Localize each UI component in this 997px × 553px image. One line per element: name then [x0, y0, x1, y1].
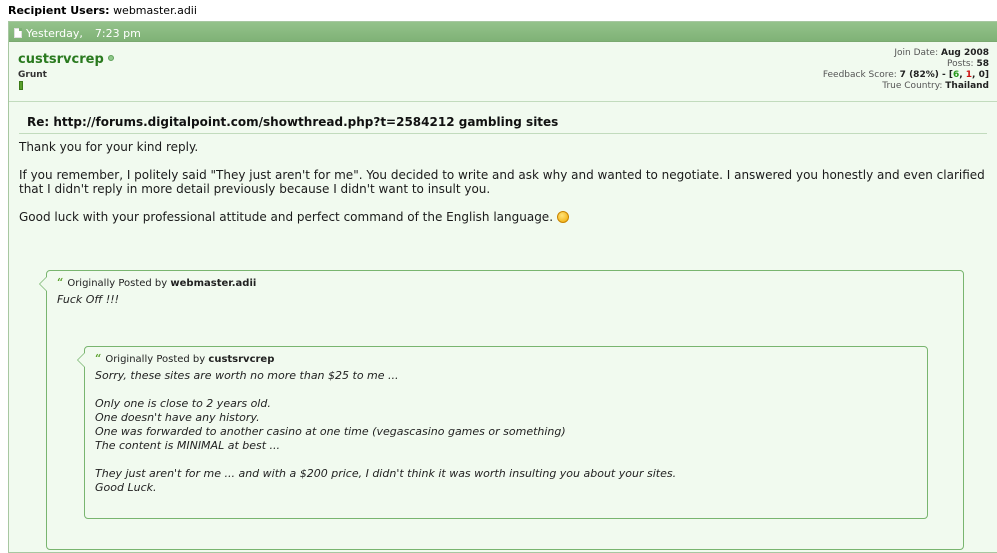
- message-paragraph-2: If you remember, I politely said "They j…: [19, 168, 985, 196]
- message-paragraph-3: Good luck with your professional attitud…: [19, 210, 987, 224]
- posts-label: Posts:: [947, 59, 974, 69]
- username-link[interactable]: custsrvcrep: [18, 52, 114, 67]
- feedback-end: ]: [984, 70, 989, 80]
- quote-inner: “Originally Posted by custsrvcrep Sorry,…: [77, 346, 928, 519]
- country-label: True Country:: [882, 81, 943, 91]
- quote-inner-header: “Originally Posted by custsrvcrep: [85, 347, 927, 365]
- recipient-value: webmaster.adii: [113, 4, 197, 17]
- user-title: Grunt: [18, 70, 47, 80]
- user-stats: Join Date: Aug 2008 Posts: 58 Feedback S…: [823, 48, 989, 92]
- post-date: Yesterday,: [26, 26, 83, 40]
- quote-inner-text: Sorry, these sites are worth no more tha…: [85, 365, 927, 495]
- quote-outer-prefix: Originally Posted by: [67, 278, 168, 289]
- smiley-icon: [556, 211, 569, 223]
- join-date-value: Aug 2008: [941, 48, 989, 58]
- reputation-icon: [19, 81, 23, 90]
- quote-inner-line: Sorry, these sites are worth no more tha…: [95, 369, 399, 382]
- message-title: Re: http://forums.digitalpoint.com/showt…: [19, 115, 987, 134]
- quote-icon: “: [57, 276, 64, 289]
- quote-inner-line: One doesn't have any history.: [95, 411, 260, 424]
- quote-inner-line: The content is MINIMAL at best ...: [95, 439, 281, 452]
- quote-icon: “: [95, 352, 102, 365]
- quote-outer-text: Fuck Off !!!: [57, 293, 120, 306]
- recipient-users-line: Recipient Users: webmaster.adii: [8, 4, 197, 17]
- join-date-row: Join Date: Aug 2008: [823, 48, 989, 59]
- message-paragraph-1: Thank you for your kind reply.: [19, 140, 199, 154]
- quote-arrow-icon: [39, 276, 47, 292]
- quote-arrow-icon: [77, 352, 85, 368]
- posts-row: Posts: 58: [823, 59, 989, 70]
- message-body: Thank you for your kind reply. If you re…: [9, 134, 997, 224]
- online-status-icon: [107, 55, 114, 61]
- quote-outer-header: “Originally Posted by webmaster.adii: [47, 271, 963, 289]
- posts-value: 58: [976, 59, 989, 69]
- user-info-panel: custsrvcrep Grunt Join Date: Aug 2008 Po…: [9, 42, 997, 102]
- country-row: True Country: Thailand: [823, 81, 989, 92]
- quote-inner-line: One was forwarded to another casino at o…: [95, 425, 566, 438]
- recipient-label: Recipient Users:: [8, 4, 110, 17]
- join-date-label: Join Date:: [894, 48, 939, 58]
- post-date-bar: Yesterday, 7:23 pm: [9, 22, 997, 42]
- quote-inner-author[interactable]: custsrvcrep: [208, 354, 274, 365]
- quote-outer-author[interactable]: webmaster.adii: [170, 278, 256, 289]
- quote-inner-prefix: Originally Posted by: [105, 354, 206, 365]
- username-text[interactable]: custsrvcrep: [18, 52, 104, 67]
- quote-inner-line: Good Luck.: [95, 481, 157, 494]
- private-message-post: Yesterday, 7:23 pm custsrvcrep Grunt Joi…: [8, 21, 997, 553]
- message-paragraph-3-text: Good luck with your professional attitud…: [19, 210, 554, 224]
- feedback-label: Feedback Score:: [822, 70, 897, 80]
- feedback-score[interactable]: 7 (82%) - [: [900, 70, 953, 80]
- quote-inner-line: They just aren't for me ... and with a $…: [95, 467, 677, 480]
- document-icon: [14, 28, 22, 38]
- feedback-row: Feedback Score: 7 (82%) - [6, 1, 0]: [823, 70, 989, 81]
- post-time: 7:23 pm: [94, 26, 141, 40]
- quote-outer: “Originally Posted by webmaster.adii Fuc…: [39, 270, 964, 550]
- country-value: Thailand: [945, 81, 989, 91]
- quote-inner-line: Only one is close to 2 years old.: [95, 397, 271, 410]
